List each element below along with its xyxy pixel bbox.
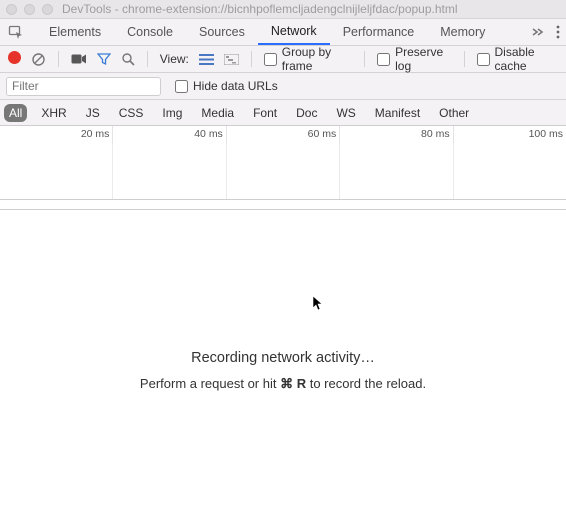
filter-icon[interactable]: [97, 52, 111, 66]
tick: 40 ms: [112, 126, 225, 144]
type-all[interactable]: All: [4, 104, 27, 122]
tab-network[interactable]: Network: [258, 19, 330, 45]
hint-pre: Perform a request or hit: [140, 376, 280, 391]
type-css[interactable]: CSS: [114, 104, 149, 122]
waterfall-icon[interactable]: [224, 54, 239, 65]
more-tabs-icon[interactable]: [532, 26, 544, 38]
search-icon[interactable]: [121, 52, 135, 66]
record-button[interactable]: [8, 51, 21, 67]
type-media[interactable]: Media: [196, 104, 239, 122]
type-js[interactable]: JS: [81, 104, 105, 122]
network-requests-area: Recording network activity… Perform a re…: [0, 210, 566, 510]
preserve-log-checkbox[interactable]: Preserve log: [377, 45, 452, 73]
traffic-light-min[interactable]: [24, 4, 35, 15]
tab-elements[interactable]: Elements: [36, 19, 114, 45]
view-label: View:: [160, 52, 189, 66]
large-rows-icon[interactable]: [199, 54, 214, 65]
preserve-log-label: Preserve log: [395, 45, 452, 73]
hint-key-r: R: [297, 376, 306, 391]
type-font[interactable]: Font: [248, 104, 282, 122]
separator: [464, 51, 465, 67]
tick: 100 ms: [453, 126, 566, 144]
types-bar: All XHR JS CSS Img Media Font Doc WS Man…: [0, 100, 566, 126]
type-manifest[interactable]: Manifest: [370, 104, 425, 122]
network-toolbar: View: Group by frame Preserve log Disabl…: [0, 46, 566, 73]
traffic-light-max[interactable]: [42, 4, 53, 15]
group-by-frame-label: Group by frame: [282, 45, 352, 73]
tick: 80 ms: [339, 126, 452, 144]
separator: [364, 51, 365, 67]
group-by-frame-checkbox[interactable]: Group by frame: [264, 45, 352, 73]
window-titlebar: DevTools - chrome-extension://bicnhpofle…: [0, 0, 566, 19]
tick: 20 ms: [0, 126, 112, 144]
hide-data-urls-label: Hide data URLs: [193, 79, 278, 93]
mouse-cursor-icon: [312, 295, 324, 311]
tab-sources[interactable]: Sources: [186, 19, 258, 45]
type-xhr[interactable]: XHR: [36, 104, 71, 122]
tab-performance[interactable]: Performance: [330, 19, 428, 45]
type-ws[interactable]: WS: [331, 104, 360, 122]
type-other[interactable]: Other: [434, 104, 474, 122]
tick: 60 ms: [226, 126, 339, 144]
tab-memory[interactable]: Memory: [427, 19, 498, 45]
filter-bar: Hide data URLs: [0, 73, 566, 100]
disable-cache-checkbox[interactable]: Disable cache: [477, 45, 559, 73]
recording-message: Recording network activity…: [0, 350, 566, 366]
hint-message: Perform a request or hit ⌘ R to record t…: [0, 376, 566, 392]
hint-key-cmd: ⌘: [280, 376, 293, 391]
separator: [147, 51, 148, 67]
traffic-light-close[interactable]: [6, 4, 17, 15]
hide-data-urls-checkbox[interactable]: Hide data URLs: [175, 79, 278, 93]
window-title: DevTools - chrome-extension://bicnhpofle…: [62, 2, 458, 16]
clear-icon[interactable]: [31, 52, 46, 67]
kebab-menu-icon[interactable]: [556, 25, 560, 39]
type-img[interactable]: Img: [157, 104, 187, 122]
tab-console[interactable]: Console: [114, 19, 186, 45]
inspect-element-icon[interactable]: [4, 24, 28, 40]
devtools-tabbar: Elements Console Sources Network Perform…: [0, 19, 566, 46]
disable-cache-label: Disable cache: [495, 45, 559, 73]
camera-icon[interactable]: [71, 53, 87, 65]
separator: [58, 51, 59, 67]
divider: [0, 200, 566, 210]
filter-input[interactable]: [6, 77, 161, 96]
separator: [251, 51, 252, 67]
type-doc[interactable]: Doc: [291, 104, 322, 122]
hint-post: to record the reload.: [306, 376, 426, 391]
timeline-overview[interactable]: 20 ms 40 ms 60 ms 80 ms 100 ms: [0, 126, 566, 200]
